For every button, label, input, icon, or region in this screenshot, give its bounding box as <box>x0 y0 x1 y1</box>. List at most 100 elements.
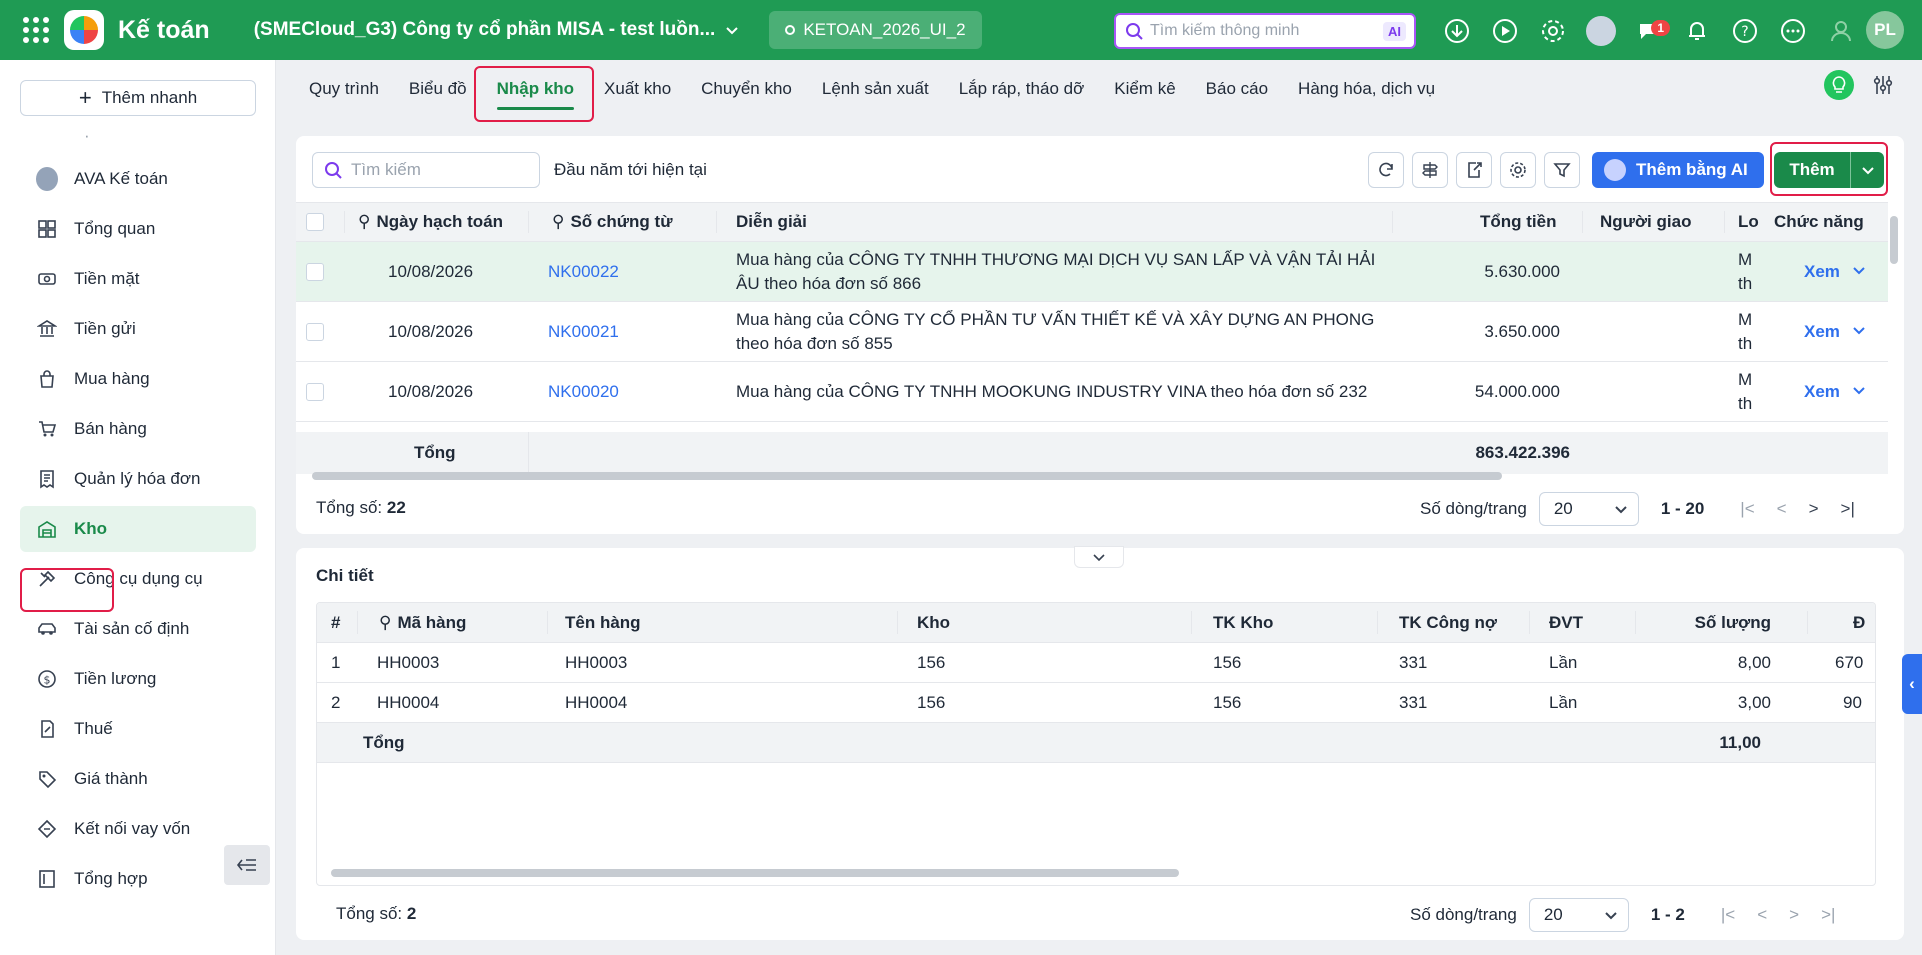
table-row[interactable]: 10/08/2026 NK00020 Mua hàng của CÔNG TY … <box>296 362 1888 422</box>
pin-icon[interactable]: ⚲ <box>552 212 564 232</box>
tab-lenh-san-xuat[interactable]: Lệnh sản xuất <box>807 60 944 118</box>
tab-bieu-do[interactable]: Biểu đồ <box>394 60 482 118</box>
sidebar-item-tien-gui[interactable]: Tiền gửi <box>20 306 256 352</box>
sidebar-item-vay-von[interactable]: Kết nối vay vốn <box>20 806 256 852</box>
column-header-lo[interactable]: Lo <box>1738 212 1759 232</box>
column-header-name[interactable]: Tên hàng <box>565 603 641 642</box>
view-link[interactable]: Xem <box>1804 322 1840 342</box>
next-page-icon[interactable]: > <box>1809 499 1819 519</box>
column-header-code[interactable]: Mã hàng <box>397 613 466 633</box>
column-header-total[interactable]: Tổng tiền <box>1480 212 1556 232</box>
pin-icon[interactable]: ⚲ <box>379 613 391 633</box>
database-chip[interactable]: KETOAN_2026_UI_2 <box>769 11 982 49</box>
sidebar-item-tong-quan[interactable]: Tổng quan <box>20 206 256 252</box>
account-icon[interactable] <box>1824 14 1858 48</box>
tab-hang-hoa[interactable]: Hàng hóa, dịch vụ <box>1283 60 1450 118</box>
horizontal-scrollbar[interactable] <box>331 869 1179 877</box>
assistant-avatar-icon[interactable] <box>1584 14 1618 48</box>
prev-page-icon[interactable]: < <box>1777 499 1787 519</box>
search-input[interactable]: Tìm kiếm <box>312 152 540 188</box>
settings-button[interactable] <box>1500 152 1536 188</box>
next-page-icon[interactable]: > <box>1789 905 1799 925</box>
tab-chuyen-kho[interactable]: Chuyển kho <box>686 60 807 118</box>
row-checkbox[interactable] <box>306 322 324 341</box>
sidebar-item-thue[interactable]: Thuế <box>20 706 256 752</box>
table-row[interactable]: 2 HH0004 HH0004 156 156 331 Lần 3,00 90 <box>317 683 1875 723</box>
row-checkbox[interactable] <box>306 382 324 401</box>
row-doc-no-link[interactable]: NK00022 <box>548 242 619 301</box>
sidebar-item-ban-hang[interactable]: Bán hàng <box>20 406 256 452</box>
rows-per-page-select[interactable]: 20 <box>1528 898 1629 932</box>
company-selector[interactable]: (SMECloud_G3) Công ty cổ phần MISA - tes… <box>254 19 740 41</box>
tab-lap-rap[interactable]: Lắp ráp, tháo dỡ <box>944 60 1100 118</box>
add-with-ai-button[interactable]: Thêm bằng AI <box>1592 152 1764 188</box>
side-panel-handle[interactable]: ‹ <box>1902 654 1922 714</box>
select-all-checkbox[interactable] <box>306 213 324 231</box>
row-doc-no-link[interactable]: NK00021 <box>548 302 619 361</box>
chevron-down-icon[interactable] <box>1852 262 1866 282</box>
column-header-price[interactable]: Đ <box>1853 603 1865 642</box>
last-page-icon[interactable]: >| <box>1841 499 1855 519</box>
sidebar-item-kho[interactable]: Kho <box>20 506 256 552</box>
more-icon[interactable] <box>1776 14 1810 48</box>
smart-search-input[interactable]: Tìm kiếm thông minh AI <box>1114 13 1416 49</box>
sidebar-item-gia-thanh[interactable]: Giá thành <box>20 756 256 802</box>
tab-quy-trinh[interactable]: Quy trình <box>294 60 394 118</box>
table-row[interactable]: 1 HH0003 HH0003 156 156 331 Lần 8,00 670 <box>317 643 1875 683</box>
first-page-icon[interactable]: |< <box>1740 499 1754 519</box>
tab-bao-cao[interactable]: Báo cáo <box>1191 60 1283 118</box>
chevron-down-icon[interactable] <box>1852 322 1866 342</box>
tab-xuat-kho[interactable]: Xuất kho <box>589 60 686 118</box>
vertical-scrollbar[interactable] <box>1890 216 1898 264</box>
help-icon[interactable]: ? <box>1728 14 1762 48</box>
quick-add-button[interactable]: + Thêm nhanh <box>20 80 256 116</box>
collapse-sidebar-button[interactable] <box>224 845 270 885</box>
chevron-down-icon[interactable] <box>1850 152 1884 188</box>
column-header-doc-no[interactable]: Số chứng từ <box>570 212 672 232</box>
row-checkbox[interactable] <box>306 262 324 281</box>
column-header-desc[interactable]: Diễn giải <box>736 212 807 232</box>
tab-nhap-kho[interactable]: Nhập kho <box>482 60 589 118</box>
gear-icon[interactable] <box>1536 14 1570 48</box>
sidebar-item-tien-mat[interactable]: Tiền mặt <box>20 256 256 302</box>
pin-icon[interactable]: ⚲ <box>358 212 370 232</box>
sidebar-item-tong-hop[interactable]: Tổng hợp <box>20 856 256 902</box>
sidebar-item-ava[interactable]: AVA Kế toán <box>20 156 256 202</box>
prev-page-icon[interactable]: < <box>1757 905 1767 925</box>
column-header-tk-cong-no[interactable]: TK Công nợ <box>1399 603 1497 642</box>
add-button[interactable]: Thêm <box>1774 152 1884 188</box>
filter-button[interactable] <box>1544 152 1580 188</box>
toggle-detail-button[interactable] <box>1074 546 1124 568</box>
last-page-icon[interactable]: >| <box>1821 905 1835 925</box>
user-avatar[interactable]: PL <box>1866 11 1904 49</box>
row-doc-no-link[interactable]: NK00020 <box>548 362 619 421</box>
table-row[interactable]: 10/08/2026 NK00022 Mua hàng của CÔNG TY … <box>296 242 1888 302</box>
table-row[interactable]: 10/08/2026 NK00021 Mua hàng của CÔNG TY … <box>296 302 1888 362</box>
view-link[interactable]: Xem <box>1804 262 1840 282</box>
bell-icon[interactable] <box>1680 14 1714 48</box>
chat-icon[interactable]: 1 <box>1632 14 1670 48</box>
sidebar-item-hoa-don[interactable]: Quản lý hóa đơn <box>20 456 256 502</box>
horizontal-scrollbar[interactable] <box>312 472 1502 480</box>
app-grid-icon[interactable] <box>22 16 50 44</box>
signpost-button[interactable] <box>1412 152 1448 188</box>
lightbulb-icon[interactable] <box>1824 70 1854 100</box>
sidebar-item-mua-hang[interactable]: Mua hàng <box>20 356 256 402</box>
column-header-unit[interactable]: ĐVT <box>1549 603 1583 642</box>
period-filter[interactable]: Đầu năm tới hiện tại <box>554 160 707 180</box>
tab-kiem-ke[interactable]: Kiểm kê <box>1099 60 1190 118</box>
sidebar-item-tien-luong[interactable]: $ Tiền lương <box>20 656 256 702</box>
column-header-deliverer[interactable]: Người giao <box>1600 212 1691 232</box>
column-header-warehouse[interactable]: Kho <box>917 603 950 642</box>
column-header-tk-kho[interactable]: TK Kho <box>1213 603 1273 642</box>
column-header-date[interactable]: Ngày hạch toán <box>376 212 503 232</box>
refresh-button[interactable] <box>1368 152 1404 188</box>
play-icon[interactable] <box>1488 14 1522 48</box>
view-link[interactable]: Xem <box>1804 382 1840 402</box>
sidebar-item-tai-san[interactable]: Tài sản cố định <box>20 606 256 652</box>
first-page-icon[interactable]: |< <box>1721 905 1735 925</box>
sidebar-item-cong-cu[interactable]: Công cụ dụng cụ <box>20 556 256 602</box>
chevron-down-icon[interactable] <box>1852 382 1866 402</box>
settings-sliders-icon[interactable] <box>1868 70 1898 100</box>
column-header-qty[interactable]: Số lượng <box>1637 603 1771 642</box>
